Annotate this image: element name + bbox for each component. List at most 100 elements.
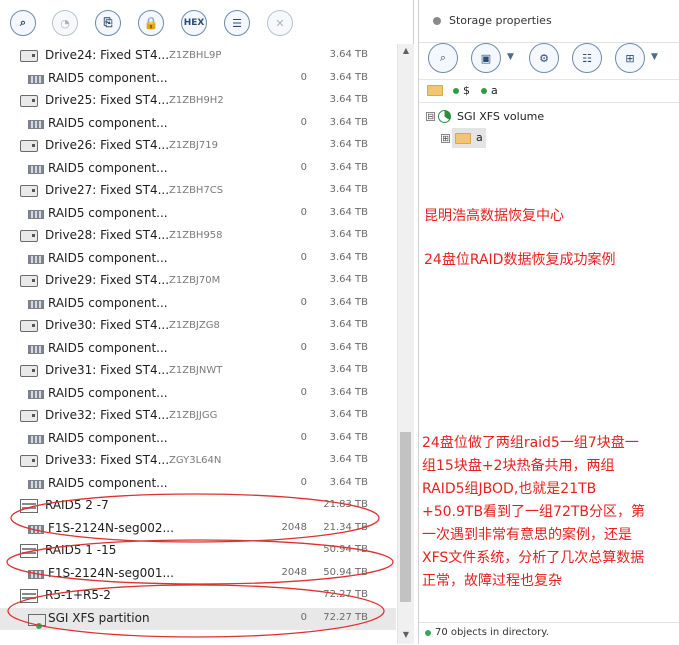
list-item[interactable]: Drive32: Fixed ST4... Z1ZBJJGG 3.64 TB	[0, 405, 396, 427]
item-size: 3.64 TB	[329, 207, 368, 218]
status-bar: 70 objects in directory.	[419, 622, 679, 645]
raid-component-icon	[28, 525, 44, 534]
list-item-selected[interactable]: SGI XFS partition 0 72.27 TB	[0, 608, 396, 630]
tree-item-label: a	[476, 131, 483, 144]
chart-icon[interactable]: ◔	[52, 10, 78, 36]
item-offset: 0	[300, 117, 307, 128]
view-dropdown-icon[interactable]: ▼	[651, 52, 658, 62]
list-item[interactable]: RAID5 component... 0 3.64 TB	[0, 383, 396, 405]
list-item[interactable]: F1S-2124N-seg002... 2048 21.34 TB	[0, 518, 396, 540]
save-icon[interactable]: ▣	[471, 43, 501, 73]
panel-header: Storage properties	[419, 0, 679, 43]
save-dropdown-icon[interactable]: ▼	[507, 52, 514, 62]
raid-component-icon	[28, 120, 44, 129]
item-serial: Z1ZBJNWT	[169, 365, 223, 376]
item-name: F1S-2124N-seg001...	[48, 566, 174, 580]
item-offset: 0	[300, 162, 307, 173]
item-name: RAID5 component...	[48, 341, 168, 355]
search-icon[interactable]: ⌕	[428, 43, 458, 73]
hard-drive-icon	[20, 95, 38, 107]
list-item[interactable]: RAID5 1 -15 50.94 TB	[0, 540, 396, 562]
checklist-icon[interactable]: ☷	[572, 43, 602, 73]
item-name: R5-1+R5-2	[45, 588, 111, 602]
list-item[interactable]: RAID5 component... 0 3.64 TB	[0, 203, 396, 225]
list-item[interactable]: RAID5 component... 0 3.64 TB	[0, 113, 396, 135]
item-size: 3.64 TB	[329, 409, 368, 420]
item-size: 3.64 TB	[329, 319, 368, 330]
list-item[interactable]: RAID5 2 -7 21.83 TB	[0, 495, 396, 517]
item-size: 3.64 TB	[329, 49, 368, 60]
list-item[interactable]: RAID5 component... 0 3.64 TB	[0, 428, 396, 450]
list-item[interactable]: RAID5 component... 0 3.64 TB	[0, 293, 396, 315]
search-icon[interactable]: ⌕	[10, 10, 36, 36]
list-item[interactable]: R5-1+R5-2 72.27 TB	[0, 585, 396, 607]
item-name: SGI XFS partition	[48, 611, 150, 625]
list-item[interactable]: Drive27: Fixed ST4... Z1ZBH7CS 3.64 TB	[0, 180, 396, 202]
list-item[interactable]: Drive26: Fixed ST4... Z1ZBJ719 3.64 TB	[0, 135, 396, 157]
list-item[interactable]: RAID5 component... 0 3.64 TB	[0, 338, 396, 360]
breadcrumb-item[interactable]: a	[481, 84, 498, 97]
properties-toolbar: ⌕ ▣ ▼ ⚙ ☷ ⊞ ▼	[419, 43, 679, 75]
list-item[interactable]: Drive31: Fixed ST4... Z1ZBJNWT 3.64 TB	[0, 360, 396, 382]
item-size: 3.64 TB	[329, 229, 368, 240]
list-icon[interactable]: ☰	[224, 10, 250, 36]
file-settings-icon[interactable]: ⚙	[529, 43, 559, 73]
note-line: 正常，故障过程也复杂	[422, 573, 562, 589]
list-item[interactable]: RAID5 component... 0 3.64 TB	[0, 248, 396, 270]
item-size: 3.64 TB	[329, 454, 368, 465]
tree-item-xfs-volume[interactable]: SGI XFS volume	[457, 110, 544, 123]
device-list-scrollbar[interactable]: ▲ ▼	[397, 44, 414, 644]
list-item[interactable]: Drive33: Fixed ST4... ZGY3L64N 3.64 TB	[0, 450, 396, 472]
raid-icon	[20, 499, 38, 513]
status-dot-icon	[453, 88, 459, 94]
item-offset: 0	[300, 477, 307, 488]
item-name: Drive24: Fixed ST4...	[45, 48, 170, 62]
list-item[interactable]: Drive29: Fixed ST4... Z1ZBJ70M 3.64 TB	[0, 270, 396, 292]
expand-icon[interactable]: ⊞	[441, 134, 450, 143]
hex-icon[interactable]: HEX	[181, 10, 207, 36]
list-item[interactable]: Drive24: Fixed ST4... Z1ZBHL9P 3.64 TB	[0, 45, 396, 67]
item-name: RAID5 component...	[48, 296, 168, 310]
view-mode-icon[interactable]: ⊞	[615, 43, 645, 73]
list-item[interactable]: F1S-2124N-seg001... 2048 50.94 TB	[0, 563, 396, 585]
device-list-panel: ⌕ ◔ ⎘ 🔒 HEX ☰ ✕ Drive24: Fixed ST4... Z1…	[0, 0, 414, 644]
image-file-icon[interactable]: ⎘	[95, 10, 121, 36]
item-name: Drive26: Fixed ST4...	[45, 138, 170, 152]
close-icon[interactable]: ✕	[267, 10, 293, 36]
collapse-icon[interactable]: ⊟	[426, 112, 435, 121]
hard-drive-icon	[20, 230, 38, 242]
list-item[interactable]: RAID5 component... 0 3.64 TB	[0, 68, 396, 90]
list-item[interactable]: RAID5 component... 0 3.64 TB	[0, 473, 396, 495]
lock-icon[interactable]: 🔒	[138, 10, 164, 36]
tree-item-folder-a[interactable]: a	[452, 128, 486, 148]
item-name: Drive32: Fixed ST4...	[45, 408, 170, 422]
item-serial: Z1ZBHL9P	[169, 50, 222, 61]
scroll-down-arrow-icon[interactable]: ▼	[398, 630, 414, 639]
list-item[interactable]: Drive25: Fixed ST4... Z1ZBH9H2 3.64 TB	[0, 90, 396, 112]
item-size: 50.94 TB	[323, 567, 368, 578]
item-name: RAID5 component...	[48, 431, 168, 445]
breadcrumb-item[interactable]: $	[453, 84, 470, 97]
item-offset: 0	[300, 432, 307, 443]
list-item[interactable]: Drive28: Fixed ST4... Z1ZBH958 3.64 TB	[0, 225, 396, 247]
item-name: Drive25: Fixed ST4...	[45, 93, 170, 107]
item-offset: 0	[300, 342, 307, 353]
item-serial: ZGY3L64N	[169, 455, 222, 466]
list-item[interactable]: RAID5 component... 0 3.64 TB	[0, 158, 396, 180]
list-item[interactable]: Drive30: Fixed ST4... Z1ZBJZG8 3.64 TB	[0, 315, 396, 337]
item-size: 3.64 TB	[329, 274, 368, 285]
item-offset: 0	[300, 72, 307, 83]
scroll-up-arrow-icon[interactable]: ▲	[398, 46, 414, 55]
note-line: 24盘位RAID数据恢复成功案例	[424, 252, 616, 268]
item-size: 3.64 TB	[329, 117, 368, 128]
hard-drive-icon	[20, 410, 38, 422]
raid-component-icon	[28, 210, 44, 219]
item-size: 3.64 TB	[329, 184, 368, 195]
item-name: RAID5 component...	[48, 161, 168, 175]
xfs-volume-icon	[438, 110, 451, 123]
raid-icon	[20, 544, 38, 558]
item-size: 3.64 TB	[329, 297, 368, 308]
note-line: 昆明浩高数据恢复中心	[424, 208, 564, 224]
item-size: 72.27 TB	[323, 612, 368, 623]
scrollbar-thumb[interactable]	[400, 432, 411, 602]
